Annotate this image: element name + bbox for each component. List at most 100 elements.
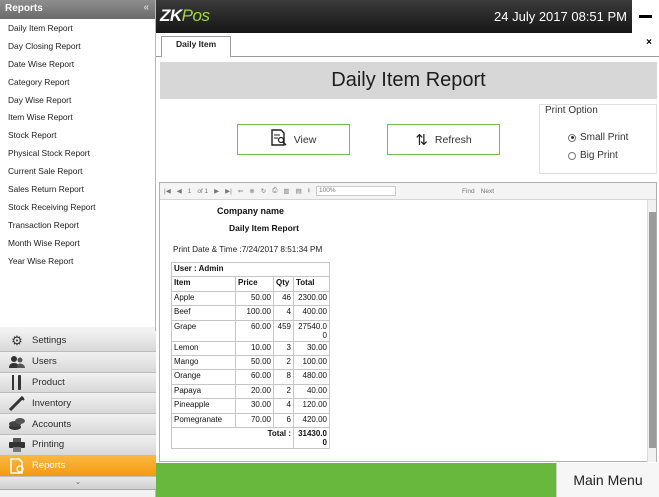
report-item-category[interactable]: Category Report [0, 73, 155, 91]
report-list: Daily Item Report Day Closing Report Dat… [0, 19, 155, 327]
table-cell: 100.00 [293, 354, 330, 371]
main-menu-button[interactable]: Main Menu [556, 463, 659, 497]
main-nav: ⚙ Settings Users Product Inventory Accou… [0, 331, 156, 490]
table-row: Pineapple 30.00 4 120.00 [171, 398, 330, 414]
view-report-icon [271, 129, 287, 150]
app-logo: ZKPos [160, 6, 210, 25]
print-date: Print Date & Time :7/24/2017 8:51:34 PM [173, 245, 323, 254]
last-page-icon[interactable]: ▶| [225, 187, 232, 195]
bottom-bar: Main Menu [156, 463, 659, 497]
radio-selected-icon [568, 133, 576, 142]
view-button[interactable]: View [237, 124, 350, 155]
refresh-button[interactable]: ⇅ Refresh [387, 124, 500, 155]
column-header: Price [235, 276, 274, 292]
refresh-icon: ⇅ [415, 131, 428, 149]
nav-label: Users [32, 356, 57, 368]
layout-icon[interactable]: ▥ [283, 187, 289, 195]
tab-daily-item[interactable]: Daily Item [161, 36, 232, 57]
nav-users[interactable]: Users [0, 351, 156, 373]
page-setup-icon[interactable]: ▤ [296, 187, 302, 195]
product-icon [8, 374, 26, 390]
scrollbar-thumb[interactable] [649, 212, 656, 448]
table-body: Apple 50.00 46 2300.00 Beef 100.00 4 400.00 Grap… [171, 290, 330, 428]
table-row: Grape 60.00 459 27540.0 0 [171, 319, 330, 342]
collapse-icon[interactable]: « [143, 2, 149, 13]
find-link[interactable]: Find [462, 188, 475, 195]
table-header-row: Item Price Qty Total [171, 276, 330, 292]
gear-icon: ⚙ [11, 332, 23, 348]
viewer-scrollbar[interactable] [647, 200, 656, 462]
viewer-refresh-icon[interactable]: ↻ [261, 187, 266, 195]
tab-strip: Daily Item × [156, 33, 659, 57]
report-item-day-closing[interactable]: Day Closing Report [0, 37, 155, 55]
print-icon[interactable]: ⎙ [272, 187, 277, 195]
table-cell: 6 [273, 412, 294, 428]
minimize-button[interactable] [632, 0, 659, 33]
report-item-item-wise[interactable]: Item Wise Report [0, 108, 155, 126]
export-icon[interactable]: ⭳ [308, 186, 310, 197]
accounts-icon [8, 416, 26, 432]
report-item-stock[interactable]: Stock Report [0, 126, 155, 144]
table-cell: 2 [273, 354, 294, 371]
table-cell: 27540.0 0 [293, 319, 330, 342]
nav-product[interactable]: Product [0, 372, 156, 394]
report-item-physical-stock[interactable]: Physical Stock Report [0, 144, 155, 162]
nav-settings[interactable]: ⚙ Settings [0, 331, 156, 352]
back-icon[interactable]: ⇐ [238, 187, 243, 195]
nav-label: Accounts [32, 418, 72, 430]
minimize-icon [639, 15, 652, 18]
next-link[interactable]: Next [481, 188, 494, 195]
radio-unselected-icon [568, 151, 576, 160]
sidebar-title: Reports [5, 3, 43, 14]
page-number[interactable]: 1 [188, 188, 192, 195]
report-item-month-wise[interactable]: Month Wise Report [0, 234, 155, 252]
table-cell: Mango [171, 354, 236, 371]
table-user-row: User : Admin [171, 261, 330, 278]
refresh-label: Refresh [434, 133, 472, 146]
column-header: Qty [273, 276, 294, 292]
zoom-select[interactable]: 100% [316, 186, 396, 196]
table-cell: Orange [171, 369, 236, 385]
report-item-stock-receiving[interactable]: Stock Receiving Report [0, 198, 155, 216]
nav-printing[interactable]: Printing [0, 434, 156, 456]
table-cell: 2 [273, 383, 294, 400]
report-item-year-wise[interactable]: Year Wise Report [0, 252, 155, 270]
radio-big-print[interactable]: Big Print [568, 150, 618, 161]
report-item-daily-item[interactable]: Daily Item Report [0, 19, 155, 37]
table-cell: 30.00 [293, 340, 330, 356]
table-cell: 4 [273, 398, 294, 414]
nav-reports[interactable]: Reports [0, 455, 156, 477]
sidebar: Reports « Daily Item Report Day Closing … [0, 0, 156, 497]
nav-overflow-handle[interactable]: ⌄ [0, 476, 156, 490]
report-item-sales-return[interactable]: Sales Return Report [0, 180, 155, 198]
page-title: Daily Item Report [160, 62, 657, 99]
table-cell: 40.00 [293, 383, 330, 400]
table-row: Lemon 10.00 3 30.00 [171, 340, 330, 356]
report-item-date-wise[interactable]: Date Wise Report [0, 55, 155, 73]
table-cell: 4 [273, 305, 294, 321]
table-cell: 100.00 [235, 305, 274, 321]
total-label: Total : [171, 426, 294, 449]
nav-accounts[interactable]: Accounts [0, 414, 156, 435]
stop-icon[interactable]: ⊗ [249, 187, 254, 195]
next-page-icon[interactable]: ▶ [214, 187, 219, 195]
company-name: Company name [217, 206, 285, 216]
nav-inventory[interactable]: Inventory [0, 393, 156, 415]
table-cell: Lemon [171, 340, 236, 356]
top-bar: ZKPos 24 July 2017 08:51 PM [156, 0, 659, 33]
table-row: Orange 60.00 8 480.00 [171, 369, 330, 385]
report-item-current-sale[interactable]: Current Sale Report [0, 162, 155, 180]
viewer-toolbar: |◀ ◀ 1 of 1 ▶ ▶| ⇐ ⊗ ↻ ⎙ ▥ ▤ ⭳ 100% Find… [160, 183, 656, 200]
users-icon [8, 354, 26, 370]
table-cell: 400.00 [293, 305, 330, 321]
report-item-transaction[interactable]: Transaction Report [0, 216, 155, 234]
prev-page-icon[interactable]: ◀ [177, 187, 182, 195]
table-user: User : Admin [171, 261, 330, 278]
report-viewer: |◀ ◀ 1 of 1 ▶ ▶| ⇐ ⊗ ↻ ⎙ ▥ ▤ ⭳ 100% Find… [159, 182, 657, 462]
close-icon[interactable]: × [646, 37, 652, 48]
radio-small-print[interactable]: Small Print [568, 132, 628, 143]
table-cell: Pomegranate [171, 412, 236, 428]
report-item-day-wise[interactable]: Day Wise Report [0, 91, 155, 109]
table-cell: 420.00 [293, 412, 330, 428]
first-page-icon[interactable]: |◀ [164, 187, 171, 195]
